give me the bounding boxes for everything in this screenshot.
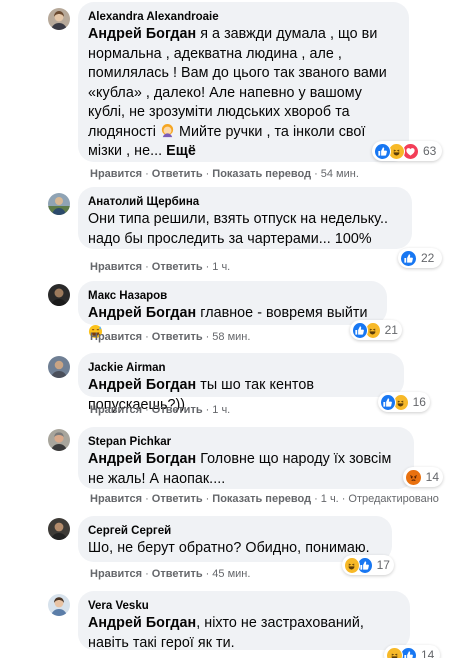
edited-label[interactable]: Отредактировано [348,493,439,505]
comment-actions: Нравится · Ответить · 1 ч. [90,261,231,273]
reaction-count: 14 [425,470,439,484]
mention-link[interactable]: Андрей Богдан [88,615,196,631]
like-reaction-icon [380,393,396,411]
reply-button[interactable]: Ответить [152,331,203,343]
reaction-count: 14 [421,648,435,658]
haha-reaction-icon [386,646,403,658]
comment-bubble: Alexandra Alexandroaie Андрей Богдан я а… [78,2,409,162]
avatar[interactable] [48,594,70,616]
avatar-photo-icon [48,284,70,306]
comment-text: Андрей Богдан я а завжди думала , що ви … [88,26,387,159]
comment-actions: Нравится · Ответить · Показать перевод · 1 ч. ·… [90,493,439,505]
comment-author[interactable]: Alexandra Alexandroaie [88,10,397,25]
comment-bubble: Анатолий Щербина Они типа решили, взять … [78,187,412,249]
comment-author[interactable]: Jackie Airman [88,361,392,376]
mention-link[interactable]: Андрей Богдан [88,26,196,42]
comment-author[interactable]: Макс Назаров [88,289,375,304]
comment-author[interactable]: Stepan Pichkar [88,435,402,450]
comment-text: Они типа решили, взять отпуск на недельк… [88,211,388,247]
comment-text: Андрей Богдан, ніхто не застрахований, н… [88,615,364,651]
reply-button[interactable]: Ответить [152,568,203,580]
reactions-summary[interactable]: 63 [372,141,442,161]
comment-bubble: Stepan Pichkar Андрей Богдан Головне що … [78,427,414,489]
avatar-photo-icon [48,429,70,451]
reactions-summary[interactable]: 16 [378,392,430,412]
comment-bubble: Сергей Сергей Шо, не берут обратно? Обид… [78,516,392,562]
comment-timestamp[interactable]: 1 ч. [212,261,230,273]
see-more-link[interactable]: Ещё [162,143,196,159]
comment-bubble: Jackie Airman Андрей Богдан ты шо так ке… [78,353,404,413]
comment-text: Андрей Богдан Головне що народу їх зовсі… [88,451,392,487]
mention-link[interactable]: Андрей Богдан [88,451,196,467]
comment-author[interactable]: Анатолий Щербина [88,195,400,210]
avatar-photo-icon [48,594,70,616]
comment-timestamp[interactable]: 58 мин. [212,331,250,343]
like-button[interactable]: Нравится [90,568,142,580]
show-translation-button[interactable]: Показать перевод [212,493,311,505]
mention-link[interactable]: Андрей Богдан [88,305,196,321]
comment-author[interactable]: Vera Vesku [88,599,398,614]
like-button[interactable]: Нравится [90,168,142,180]
like-button[interactable]: Нравится [90,261,142,273]
avatar[interactable] [48,284,70,306]
avatar-photo-icon [48,518,70,540]
like-reaction-icon [374,142,391,160]
reactions-summary[interactable]: 14 [384,645,440,658]
reactions-summary[interactable]: 17 [342,555,394,575]
comment-timestamp[interactable]: 45 мин. [212,568,250,580]
reaction-count: 22 [421,251,435,265]
avatar-photo-icon [48,193,70,215]
angry-reaction-icon [405,468,422,486]
like-reaction-icon [352,321,368,339]
reactions-summary[interactable]: 22 [398,248,442,268]
reply-button[interactable]: Ответить [152,404,203,416]
mention-link[interactable]: Андрей Богдан [88,377,196,393]
reactions-summary[interactable]: 14 [403,467,443,487]
comment-bubble: Макс Назаров Андрей Богдан главное - вов… [78,281,387,338]
haha-reaction-icon [344,556,360,574]
reply-button[interactable]: Ответить [152,493,203,505]
reply-button[interactable]: Ответить [152,261,203,273]
comment-timestamp[interactable]: 1 ч. [212,404,230,416]
reply-button[interactable]: Ответить [152,168,203,180]
avatar[interactable] [48,8,70,30]
like-reaction-icon [400,249,417,267]
comment-timestamp[interactable]: 1 ч. [321,493,339,505]
comment-author[interactable]: Сергей Сергей [88,524,380,539]
avatar[interactable] [48,193,70,215]
comment-actions: Нравится · Ответить · 58 мин. [90,331,251,343]
woman-emoji-icon [161,123,174,137]
like-button[interactable]: Нравится [90,493,142,505]
comment-timestamp[interactable]: 54 мин. [321,168,359,180]
comment-actions: Нравится · Ответить · 45 мин. [90,568,251,580]
comment-text: Шо, не берут обратно? Обидно, понимаю. [88,540,370,556]
reactions-summary[interactable]: 21 [350,320,402,340]
comment-actions: Нравится · Ответить · Показать перевод · 54 ми… [90,168,359,180]
avatar[interactable] [48,518,70,540]
avatar-photo-icon [48,356,70,378]
reaction-count: 63 [423,144,437,158]
show-translation-button[interactable]: Показать перевод [212,168,311,180]
reaction-count: 17 [376,558,390,572]
like-button[interactable]: Нравится [90,404,142,416]
avatar-photo-icon [48,8,70,30]
reaction-count: 21 [384,323,398,337]
like-button[interactable]: Нравится [90,331,142,343]
comment-bubble: Vera Vesku Андрей Богдан, ніхто не застр… [78,591,410,651]
avatar[interactable] [48,356,70,378]
avatar[interactable] [48,429,70,451]
reaction-count: 16 [412,395,426,409]
comment-actions: Нравится · Ответить · 1 ч. [90,404,231,416]
